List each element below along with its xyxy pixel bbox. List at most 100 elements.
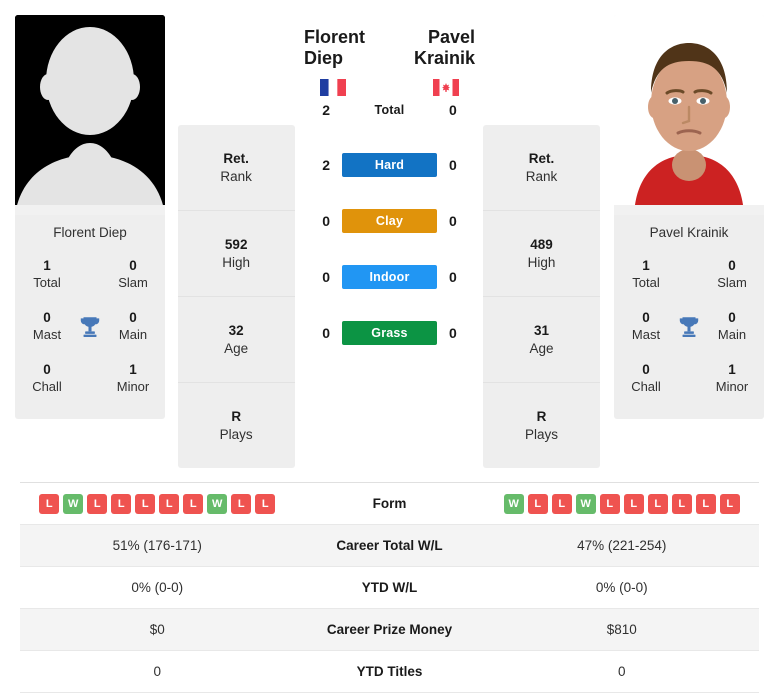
left-player-photo xyxy=(15,15,165,215)
h2h-surface-label: Total xyxy=(374,103,405,117)
right-stats-column: Ret. Rank 489 High 31 Age R Plays xyxy=(483,0,601,472)
left-titles-grid: 1 Total 0 Slam 0 Mast 0 Main 0 Chall 1 M… xyxy=(15,249,165,419)
titles-row: 1 Total 0 Slam xyxy=(21,249,159,301)
form-badge-l[interactable]: L xyxy=(231,493,252,514)
stat-label: Plays xyxy=(219,426,253,442)
title-stat-main: 0 Main xyxy=(107,310,159,343)
stat-value: 31 xyxy=(533,322,550,338)
form-badge-l[interactable]: L xyxy=(719,493,740,514)
title-value: 1 xyxy=(43,258,51,274)
form-badge-l[interactable]: L xyxy=(159,493,180,514)
left-value: 0 xyxy=(153,664,161,679)
stat-value: R xyxy=(536,408,547,424)
form-badge-l[interactable]: L xyxy=(647,493,668,514)
table-row-ytd-wl: 0% (0-0) YTD W/L 0% (0-0) xyxy=(20,567,759,609)
stat-rank: Ret. Rank xyxy=(483,125,600,211)
right-player-name[interactable]: Pavel Krainik xyxy=(390,15,484,69)
stat-age: 32 Age xyxy=(177,297,295,383)
title-label: Total xyxy=(632,275,660,291)
form-badge-l[interactable]: L xyxy=(527,493,548,514)
left-value: 0% (0-0) xyxy=(131,580,184,595)
h2h-surface-indoor[interactable]: Indoor xyxy=(342,265,437,289)
form-badge-l[interactable]: L xyxy=(87,493,108,514)
stat-value: Ret. xyxy=(528,150,555,166)
title-value: 0 xyxy=(129,310,137,326)
form-badge-l[interactable]: L xyxy=(671,493,692,514)
right-player-photo xyxy=(614,15,764,215)
title-value: 0 xyxy=(728,310,736,326)
titles-row: 0 Mast 0 Main xyxy=(21,301,159,353)
form-badge-l[interactable]: L xyxy=(623,493,644,514)
stat-age: 31 Age xyxy=(483,297,600,383)
title-label: Slam xyxy=(118,275,148,291)
table-row-prize-money: $0 Career Prize Money $810 xyxy=(20,609,759,651)
title-stat-chall: 0 Chall xyxy=(21,362,73,395)
comparison-header: Florent Diep 1 Total 0 Slam 0 Mast 0 Mai… xyxy=(0,0,779,472)
left-player-card-name: Florent Diep xyxy=(53,225,127,240)
h2h-right-score: 0 xyxy=(449,213,457,229)
h2h-row-hard: 2 Hard 0 xyxy=(296,137,483,193)
stat-value: Ret. xyxy=(223,150,249,166)
title-stat-chall: 0 Chall xyxy=(620,362,672,395)
form-badge-l[interactable]: L xyxy=(39,493,60,514)
form-badge-l[interactable]: L xyxy=(695,493,716,514)
stat-rank: Ret. Rank xyxy=(177,125,295,211)
form-badge-w[interactable]: W xyxy=(207,493,228,514)
title-stat-total: 1 Total xyxy=(21,258,73,291)
title-value: 0 xyxy=(642,310,650,326)
france-flag-icon xyxy=(296,69,390,101)
row-label: Form xyxy=(372,496,407,511)
stat-high: 592 High xyxy=(177,211,295,297)
right-player-card[interactable]: Pavel Krainik 1 Total 0 Slam 0 Mast 0 Ma… xyxy=(614,15,764,419)
stat-value: R xyxy=(231,408,242,424)
row-label: YTD W/L xyxy=(361,580,418,595)
title-label: Chall xyxy=(32,379,62,395)
titles-row: 0 Chall 1 Minor xyxy=(620,353,758,405)
left-player-card[interactable]: Florent Diep 1 Total 0 Slam 0 Mast 0 Mai… xyxy=(15,15,165,419)
title-label: Chall xyxy=(631,379,661,395)
stat-plays: R Plays xyxy=(483,383,600,468)
title-value: 1 xyxy=(129,362,137,378)
title-stat-mast: 0 Mast xyxy=(620,310,672,343)
h2h-surface-hard[interactable]: Hard xyxy=(342,153,437,177)
h2h-left-score: 2 xyxy=(322,102,330,118)
form-badge-w[interactable]: W xyxy=(63,493,84,514)
table-row-career-wl: 51% (176-171) Career Total W/L 47% (221-… xyxy=(20,525,759,567)
form-left: LWLLLLLWLL xyxy=(20,493,295,514)
table-row-form: LWLLLLLWLL Form WLLWLLLLLL xyxy=(20,483,759,525)
form-badge-l[interactable]: L xyxy=(111,493,132,514)
left-player-name[interactable]: Florent Diep xyxy=(296,15,390,69)
row-label: Career Prize Money xyxy=(326,622,453,637)
form-badge-w[interactable]: W xyxy=(575,493,596,514)
form-badge-l[interactable]: L xyxy=(599,493,620,514)
left-value: $0 xyxy=(149,622,165,637)
form-badge-l[interactable]: L xyxy=(135,493,156,514)
left-form-badges: LWLLLLLWLL xyxy=(39,493,276,514)
title-label: Total xyxy=(33,275,61,291)
h2h-row-indoor: 0 Indoor 0 xyxy=(296,249,483,305)
titles-row: 1 Total 0 Slam xyxy=(620,249,758,301)
player-comparison-page: Florent Diep 1 Total 0 Slam 0 Mast 0 Mai… xyxy=(0,0,779,699)
stat-label: High xyxy=(222,254,251,270)
stat-value: 592 xyxy=(224,236,248,252)
form-badge-l[interactable]: L xyxy=(255,493,276,514)
titles-row: 0 Mast 0 Main xyxy=(620,301,758,353)
form-badge-w[interactable]: W xyxy=(503,493,524,514)
stat-plays: R Plays xyxy=(178,383,295,468)
left-player-panel: Florent Diep 1 Total 0 Slam 0 Mast 0 Mai… xyxy=(0,0,178,472)
title-stat-slam: 0 Slam xyxy=(706,258,758,291)
stat-label: Plays xyxy=(524,426,558,442)
right-stats-card: Ret. Rank 489 High 31 Age R Plays xyxy=(483,125,600,468)
head-to-head-column: Florent Diep Pavel Krainik 2 Total 0 2 H… xyxy=(296,0,483,472)
title-label: Minor xyxy=(116,379,150,395)
form-badge-l[interactable]: L xyxy=(183,493,204,514)
title-label: Mast xyxy=(32,327,62,343)
h2h-surface-clay[interactable]: Clay xyxy=(342,209,437,233)
h2h-right-score: 0 xyxy=(449,325,457,341)
title-value: 0 xyxy=(642,362,650,378)
form-badge-l[interactable]: L xyxy=(551,493,572,514)
h2h-left-score: 2 xyxy=(322,157,330,173)
stat-label: Rank xyxy=(525,168,558,184)
h2h-surface-grass[interactable]: Grass xyxy=(342,321,437,345)
title-label: Main xyxy=(717,327,747,343)
